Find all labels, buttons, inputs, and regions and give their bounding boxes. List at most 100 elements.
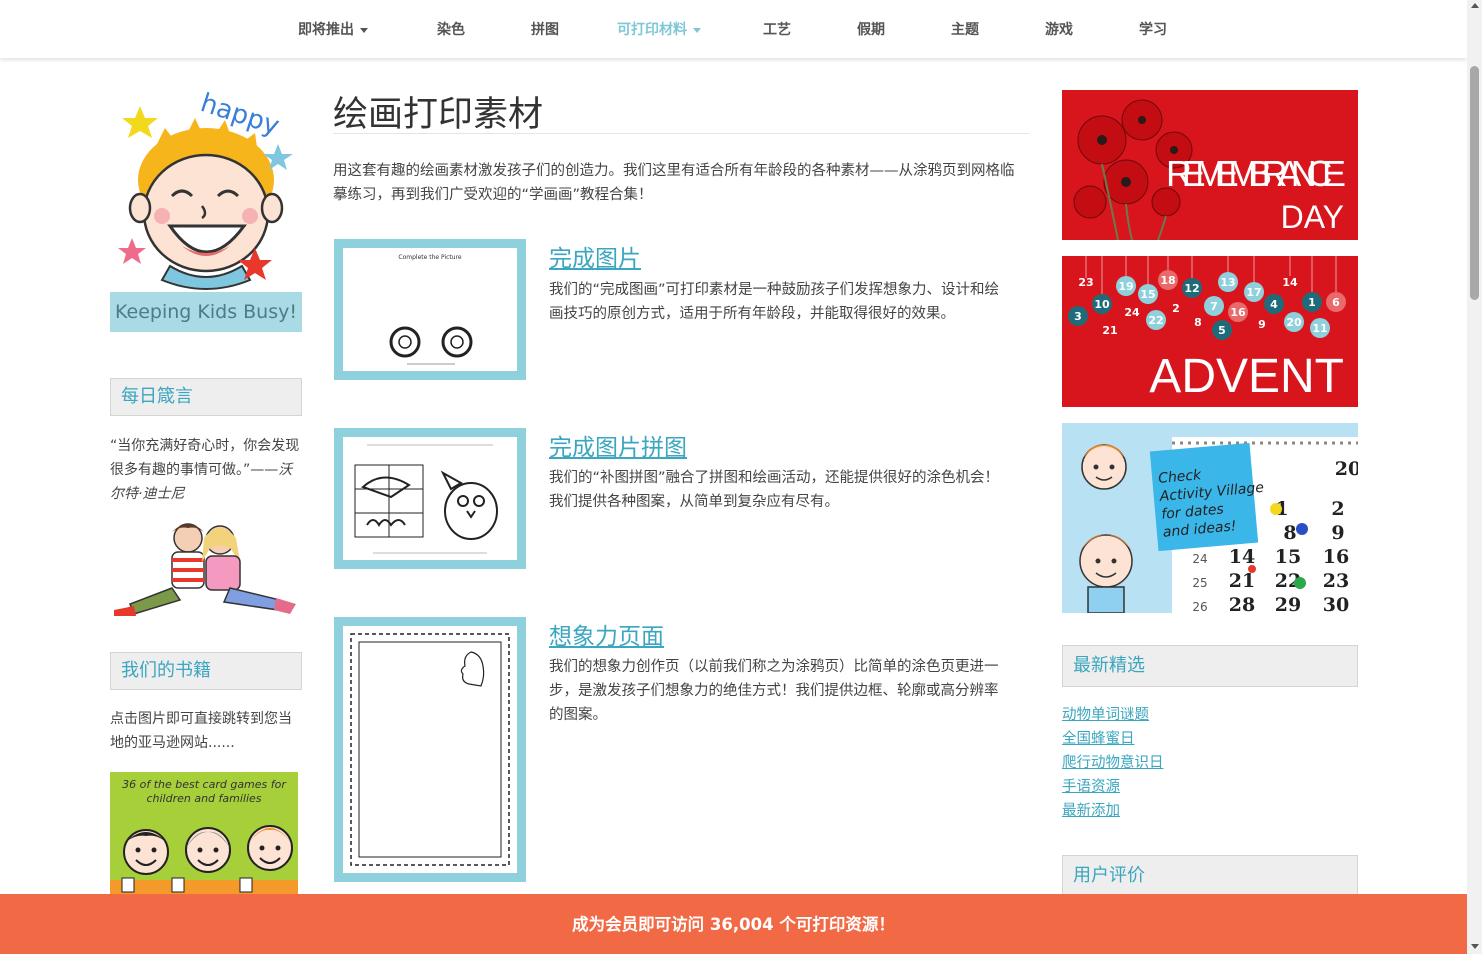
promo-calendar[interactable]: Check Activity Village for dates and ide… <box>1062 423 1358 613</box>
logo-tagline: Keeping Kids Busy! <box>110 292 302 332</box>
nav-item-games[interactable]: 游戏 <box>1045 0 1073 58</box>
link-newest-additions[interactable]: 最新添加 <box>1062 803 1120 819</box>
calendar-number: 29 <box>1275 594 1301 613</box>
list-item: 手语资源 <box>1062 775 1164 799</box>
entry-description: 我们的“补图拼图”融合了拼图和绘画活动，还能提供很好的涂色机会！我们提供各种图案… <box>549 470 1000 510</box>
svg-text:23: 23 <box>1078 276 1093 289</box>
link-animal-word-puzzles[interactable]: 动物单词谜题 <box>1062 707 1149 723</box>
nav-item-coming-soon[interactable]: 即将推出 <box>298 0 368 58</box>
svg-text:1: 1 <box>1308 296 1316 309</box>
our-books-heading: 我们的书籍 <box>110 652 302 690</box>
nav-item-crafts[interactable]: 工艺 <box>763 0 791 58</box>
thumb-complete-picture-puzzle[interactable] <box>334 428 526 569</box>
svg-text:15: 15 <box>1140 288 1155 301</box>
nav-item-learning[interactable]: 学习 <box>1139 0 1167 58</box>
calendar-number: 8 <box>1283 522 1296 544</box>
entry-link-complete-picture[interactable]: 完成图片 <box>549 239 641 273</box>
calendar-number: 26 <box>1192 600 1207 613</box>
calendar-number: 28 <box>1229 594 1255 613</box>
page-scrollbar[interactable] <box>1467 0 1482 954</box>
svg-text:16: 16 <box>1230 306 1246 319</box>
nav-label: 工艺 <box>763 22 791 38</box>
thumb-sheet <box>343 437 517 560</box>
svg-text:17: 17 <box>1246 286 1261 299</box>
svg-text:20: 20 <box>1286 316 1302 329</box>
calendar-art: Check Activity Village for dates and ide… <box>1079 437 1358 613</box>
calendar-number: 2 <box>1331 498 1344 520</box>
svg-text:13: 13 <box>1220 276 1235 289</box>
svg-text:18: 18 <box>1160 274 1175 287</box>
user-reviews-heading: 用户评价 <box>1062 855 1358 897</box>
promo-remembrance-day[interactable]: REMEMBRANCE DAY <box>1062 90 1358 240</box>
nav-item-printables[interactable]: 可打印材料 <box>617 0 701 58</box>
scrollbar-thumb[interactable] <box>1470 66 1479 300</box>
calendar-number: 30 <box>1323 594 1349 613</box>
list-item: 最新添加 <box>1062 799 1164 823</box>
thumb-complete-picture[interactable]: Complete the Picture <box>334 239 526 380</box>
chevron-down-icon <box>693 27 701 33</box>
poppies-art: REMEMBRANCE DAY <box>1073 99 1346 240</box>
svg-text:24: 24 <box>1124 306 1140 319</box>
svg-text:21: 21 <box>1102 324 1117 337</box>
svg-text:22: 22 <box>1148 314 1163 327</box>
thumb-sheet: Complete the Picture <box>343 248 517 371</box>
entry-description: 我们的“完成图画”可打印素材是一种鼓励孩子们发挥想象力、设计和绘画技巧的原创方式… <box>549 282 1000 322</box>
thumb-sheet <box>343 626 517 873</box>
svg-text:14: 14 <box>1282 276 1298 289</box>
nav-label: 染色 <box>437 22 465 38</box>
svg-text:9: 9 <box>1258 318 1266 331</box>
svg-text:12: 12 <box>1184 282 1199 295</box>
list-item: 爬行动物意识日 <box>1062 751 1164 775</box>
latest-links-list: 动物单词谜题 全国蜂蜜日 爬行动物意识日 手语资源 最新添加 <box>1062 703 1164 823</box>
svg-text:2: 2 <box>1172 302 1180 315</box>
nav-label: 拼图 <box>531 22 559 38</box>
svg-text:11: 11 <box>1312 322 1327 335</box>
nav-item-puzzles[interactable]: 拼图 <box>531 0 559 58</box>
remembrance-line1: REMEMBRANCE <box>1166 153 1346 194</box>
svg-text:5: 5 <box>1218 324 1226 337</box>
nav-item-holidays[interactable]: 假期 <box>857 0 885 58</box>
calendar-number: 14 <box>1229 546 1255 568</box>
nav-label: 假期 <box>857 22 885 38</box>
promo-advent[interactable]: 23 10 3 21 19 24 15 22 18 2 8 12 5 13 7 16 17 9 4 14 20… <box>1062 256 1358 407</box>
chevron-down-icon <box>360 27 368 33</box>
calendar-number: 15 <box>1275 546 1301 568</box>
link-reptile-awareness-day[interactable]: 爬行动物意识日 <box>1062 755 1164 771</box>
latest-picks-heading: 最新精选 <box>1062 645 1358 687</box>
nav-label: 主题 <box>951 22 979 38</box>
entry-link-complete-picture-puzzle[interactable]: 完成图片拼图 <box>549 428 687 462</box>
nav-item-coloring[interactable]: 染色 <box>437 0 465 58</box>
page-title: 绘画打印素材 <box>333 95 544 135</box>
daily-quote: “当你充满好奇心时，你会发现很多有趣的事情可做。”——沃尔特·迪士尼 <box>110 434 305 506</box>
calendar-number: 9 <box>1331 522 1344 544</box>
wheels-drawing <box>389 326 473 365</box>
calendar-number: 24 <box>1192 552 1207 566</box>
svg-text:7: 7 <box>1210 300 1218 313</box>
calendar-number: 21 <box>1229 570 1255 592</box>
entry-description: 我们的想象力创作页（以前我们称之为涂鸦页）比简单的涂色页更进一步，是激发孩子们想… <box>549 659 999 723</box>
calendar-number: 23 <box>1323 570 1349 592</box>
scroll-up-icon[interactable] <box>1471 3 1479 8</box>
title-divider <box>333 133 1029 134</box>
thumb-imagination-pages[interactable] <box>334 617 526 882</box>
book-kids-art <box>110 825 298 894</box>
link-sign-language-resources[interactable]: 手语资源 <box>1062 779 1120 795</box>
svg-text:10: 10 <box>1094 298 1110 311</box>
daily-quote-heading: 每日箴言 <box>110 378 302 416</box>
nav-label: 学习 <box>1139 22 1167 38</box>
membership-banner[interactable]: 成为会员即可访问 36,004 个可打印资源！ <box>0 894 1467 954</box>
nav-item-themes[interactable]: 主题 <box>951 0 979 58</box>
puzzle-drawing <box>354 444 498 554</box>
link-national-honey-day[interactable]: 全国蜂蜜日 <box>1062 731 1135 747</box>
nav-label: 即将推出 <box>298 22 354 38</box>
nav-label: 游戏 <box>1045 22 1073 38</box>
advent-baubles-art: 2310321 19241522 182812 5137 16 179414 20… <box>1068 256 1346 403</box>
svg-text:4: 4 <box>1270 298 1278 311</box>
advent-label: ADVENT <box>1149 350 1344 403</box>
entry-link-imagination-pages[interactable]: 想象力页面 <box>549 617 664 651</box>
book-cover-card-games[interactable]: 36 of the best card games for children a… <box>110 772 298 894</box>
scroll-down-icon[interactable] <box>1471 944 1479 949</box>
stamp-border-drawing <box>350 633 510 866</box>
books-description: 点击图片即可直接跳转到您当地的亚马逊网站...... <box>110 711 292 751</box>
svg-text:6: 6 <box>1332 296 1340 309</box>
